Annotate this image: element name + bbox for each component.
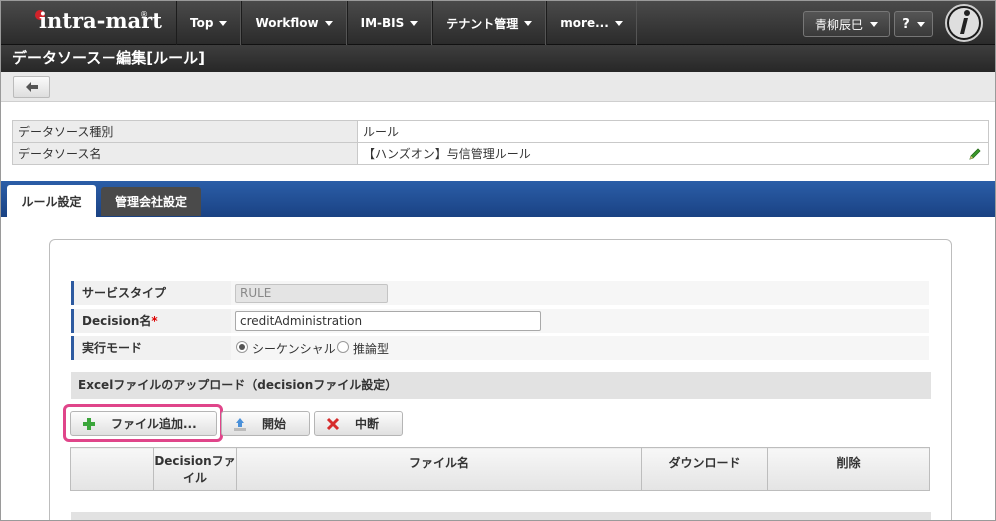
file-grid-header: Decisionファイル ファイル名 ダウンロード 削除	[70, 447, 930, 491]
chevron-down-icon	[324, 20, 333, 26]
nav-more[interactable]: more...	[546, 1, 637, 45]
upload-section-heading: Excelファイルのアップロード（decisionファイル設定）	[71, 372, 931, 399]
nav-im-bis-label: IM-BIS	[360, 16, 405, 30]
mode-cell: シーケンシャル 推論型	[231, 336, 929, 360]
tab-rule-settings[interactable]: ルール設定	[7, 185, 96, 217]
close-icon	[326, 417, 340, 430]
nav-tenant-admin-label: テナント管理	[446, 16, 519, 31]
user-name: 青柳辰巳	[814, 17, 863, 32]
info-type-value: ルール	[357, 120, 989, 143]
info-row-name: データソース名 【ハンズオン】与信管理ルール	[12, 142, 989, 165]
registered-mark: ®	[140, 10, 148, 19]
help-label: ?	[902, 16, 910, 32]
stop-upload-button[interactable]: 中断	[314, 411, 403, 436]
service-type-label: サービスタイプ	[71, 281, 229, 305]
info-name-cell: 【ハンズオン】与信管理ルール	[357, 142, 989, 165]
radio-sequential[interactable]	[236, 341, 248, 353]
chevron-down-icon	[524, 20, 533, 26]
decision-label: Decision名*	[71, 309, 229, 333]
decision-cell: creditAdministration	[231, 309, 929, 333]
help-menu-button[interactable]: ?	[894, 11, 933, 37]
datasource-info-table: データソース種別 ルール データソース名 【ハンズオン】与信管理ルール	[12, 120, 989, 165]
decision-label-text: Decision名	[82, 314, 152, 328]
form-row-service-type: サービスタイプ RULE	[71, 281, 929, 305]
radio-inference-label[interactable]: 推論型	[353, 340, 389, 357]
arrow-left-icon	[25, 82, 38, 92]
start-upload-button[interactable]: 開始	[221, 411, 310, 436]
user-menu-button[interactable]: 青柳辰巳	[803, 11, 890, 37]
nav-im-bis[interactable]: IM-BIS	[346, 1, 433, 45]
nav-top-label: Top	[190, 16, 214, 30]
start-label: 開始	[262, 417, 287, 431]
nav-workflow[interactable]: Workflow	[241, 1, 347, 45]
col-file-name: ファイル名	[236, 447, 642, 491]
info-type-label: データソース種別	[12, 120, 358, 143]
form-row-decision: Decision名* creditAdministration	[71, 309, 929, 333]
info-row-type: データソース種別 ルール	[12, 120, 989, 143]
col-decision-file: Decisionファイル	[153, 447, 237, 491]
window-frame: intra-mart ® Top Workflow IM-BIS テナント管理 …	[0, 0, 996, 521]
tab-bar: ルール設定 管理会社設定	[1, 181, 995, 217]
chevron-down-icon	[870, 21, 878, 27]
service-type-cell: RULE	[231, 281, 929, 305]
top-navbar: intra-mart ® Top Workflow IM-BIS テナント管理 …	[1, 1, 995, 45]
next-section-heading	[71, 512, 931, 520]
radio-inference[interactable]	[337, 341, 349, 353]
nav-workflow-label: Workflow	[255, 16, 319, 30]
info-name-value: 【ハンズオン】与信管理ルール	[363, 147, 531, 161]
chevron-down-icon	[614, 20, 623, 26]
page-title: データソース－編集[ルール]	[1, 45, 995, 72]
col-download: ダウンロード	[641, 447, 768, 491]
mode-label: 実行モード	[71, 336, 229, 360]
nav-top[interactable]: Top	[176, 1, 242, 45]
stop-label: 中断	[355, 417, 380, 431]
nav-tenant-admin[interactable]: テナント管理	[432, 1, 547, 45]
form-row-mode: 実行モード シーケンシャル 推論型	[71, 336, 929, 360]
nav-more-label: more...	[560, 16, 609, 30]
upload-icon	[234, 417, 246, 431]
col-select	[70, 447, 154, 491]
chevron-down-icon	[916, 21, 925, 27]
page-toolbar	[1, 72, 995, 102]
info-logo-icon[interactable]	[943, 3, 985, 43]
highlight-annotation	[63, 404, 223, 442]
info-name-label: データソース名	[12, 142, 358, 165]
radio-sequential-label[interactable]: シーケンシャル	[252, 340, 336, 357]
required-mark: *	[151, 314, 158, 328]
col-delete: 削除	[767, 447, 930, 491]
back-button[interactable]	[13, 76, 50, 98]
chevron-down-icon	[219, 20, 228, 26]
pencil-icon[interactable]	[968, 147, 982, 161]
main-menu: Top Workflow IM-BIS テナント管理 more...	[176, 1, 637, 45]
service-type-field: RULE	[235, 284, 388, 303]
tab-management-company[interactable]: 管理会社設定	[101, 187, 201, 216]
chevron-down-icon	[410, 20, 419, 26]
decision-name-input[interactable]: creditAdministration	[235, 311, 541, 331]
